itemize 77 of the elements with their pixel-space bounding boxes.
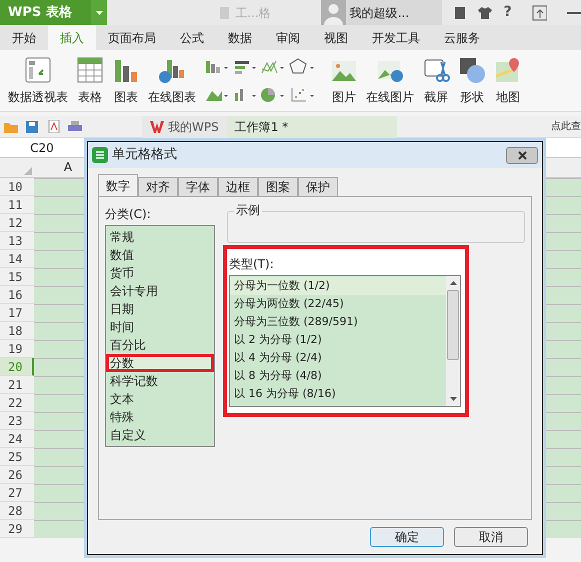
type-item[interactable]: 以 8 为分母 (4/8) — [230, 367, 446, 385]
ribbon-tab[interactable]: 页面布局 — [96, 25, 168, 50]
document-icon — [217, 6, 232, 20]
dialog-tab[interactable]: 字体 — [178, 177, 218, 196]
category-item[interactable]: 百分比 — [106, 336, 214, 354]
ribbon-tab[interactable]: 云服务 — [432, 25, 492, 50]
ribbon-tool-button[interactable]: 图表 — [108, 56, 144, 106]
table-icon — [76, 56, 104, 84]
dialog-tab[interactable]: 边框 — [218, 177, 258, 196]
dialog-button[interactable]: 取消 — [454, 527, 528, 547]
caret-icon — [96, 10, 103, 14]
ribbon-tool-button[interactable]: 截屏 — [418, 56, 454, 106]
category-item[interactable]: 数值 — [106, 246, 214, 264]
ribbon-tool-button[interactable]: 图片 — [326, 56, 362, 106]
ribbon-tool-button[interactable]: 表格 — [72, 56, 108, 106]
ribbon-tool-button[interactable]: 形状 — [454, 56, 490, 106]
shirt-icon[interactable] — [478, 6, 492, 18]
printer-icon[interactable] — [68, 120, 82, 132]
pdf-icon[interactable] — [46, 120, 60, 133]
ribbon-tool-button[interactable]: 在线图片 — [362, 56, 418, 106]
shapes-icon — [458, 56, 486, 84]
app-menu-button[interactable]: WPS 表格 — [0, 0, 108, 25]
category-item[interactable]: 自定义 — [106, 426, 214, 444]
doc-tab[interactable]: 工作簿1 * — [226, 116, 397, 138]
save-icon[interactable] — [26, 120, 38, 132]
user-account[interactable]: 我的超级... — [320, 0, 442, 25]
category-item[interactable]: 时间 — [106, 318, 214, 336]
category-item[interactable]: 分数 — [106, 354, 214, 372]
category-item[interactable]: 日期 — [106, 300, 214, 318]
type-list[interactable]: 分母为一位数 (1/2) 分母为两位数 (22/45) 分母为三位数 (289/591) 以 2 为分母 (1/2) 以 4 为分母 (2/4) 以 8 为分母 (4/8) 以 16 为分母 (8/16) — [229, 275, 461, 407]
scrollbar[interactable] — [446, 276, 460, 406]
type-item[interactable]: 分母为一位数 (1/2) — [230, 277, 446, 295]
pivot-table-icon — [24, 56, 52, 84]
search-hint[interactable]: 点此查 — [551, 119, 581, 134]
wps-logo-icon — [150, 120, 164, 132]
document-title: 工...格 — [235, 4, 271, 22]
type-item[interactable]: 以 16 为分母 (8/16) — [230, 385, 446, 403]
category-item[interactable]: 货币 — [106, 264, 214, 282]
dialog-title: 单元格格式 — [112, 146, 177, 164]
map-icon — [494, 56, 522, 84]
dialog-button[interactable]: 确定 — [370, 527, 444, 547]
category-label: 分类(C): — [105, 206, 152, 223]
ribbon-tool-button[interactable]: 地图 — [490, 56, 526, 106]
ribbon-tab[interactable]: 开发工具 — [360, 25, 432, 50]
type-item[interactable]: 以 2 为分母 (1/2) — [230, 331, 446, 349]
window-restore-icon[interactable] — [532, 4, 548, 20]
name-box[interactable]: C20 — [0, 138, 84, 156]
doc-tab[interactable]: 我的WPS — [142, 116, 227, 138]
type-item[interactable]: 分母为三位数 (289/591) — [230, 313, 446, 331]
ribbon-tab[interactable]: 开始 — [0, 25, 48, 50]
category-item[interactable]: 会计专用 — [106, 282, 214, 300]
ribbon-tool-button[interactable]: 数据透视表 — [4, 56, 72, 106]
category-item[interactable]: 特殊 — [106, 408, 214, 426]
ribbon-tab[interactable]: 插入 — [48, 25, 96, 50]
category-item[interactable]: 科学记数 — [106, 372, 214, 390]
close-icon — [518, 150, 526, 160]
type-item[interactable]: 分母为两位数 (22/45) — [230, 295, 446, 313]
close-button[interactable] — [506, 146, 538, 164]
category-item[interactable]: 文本 — [106, 390, 214, 408]
ribbon-tool-button[interactable]: 在线图表 — [144, 56, 200, 106]
corner-triangle-icon — [24, 167, 32, 175]
ribbon-tab[interactable]: 公式 — [168, 25, 216, 50]
ribbon-tab[interactable]: 视图 — [312, 25, 360, 50]
ribbon-tab[interactable]: 数据 — [216, 25, 264, 50]
ribbon-tab[interactable]: 审阅 — [264, 25, 312, 50]
sample-label: 示例 — [234, 203, 262, 217]
minimize-icon[interactable] — [567, 12, 581, 14]
category-list[interactable]: 常规 数值 货币 会计专用 日期 时间 百分比 分数 科学记数 文本 特殊 自定义 — [105, 225, 215, 447]
help-button[interactable]: ? — [504, 2, 512, 23]
dialog-tab[interactable]: 保护 — [298, 177, 338, 196]
app-logo-icon — [92, 147, 108, 163]
dialog-tab[interactable]: 图案 — [258, 177, 298, 196]
category-item[interactable]: 常规 — [106, 228, 214, 246]
dialog-tab[interactable]: 对齐 — [138, 177, 178, 196]
dialog-tab[interactable]: 数字 — [98, 174, 138, 196]
type-item[interactable]: 以 4 为分母 (2/4) — [230, 349, 446, 367]
type-label: 类型(T): — [229, 256, 275, 273]
